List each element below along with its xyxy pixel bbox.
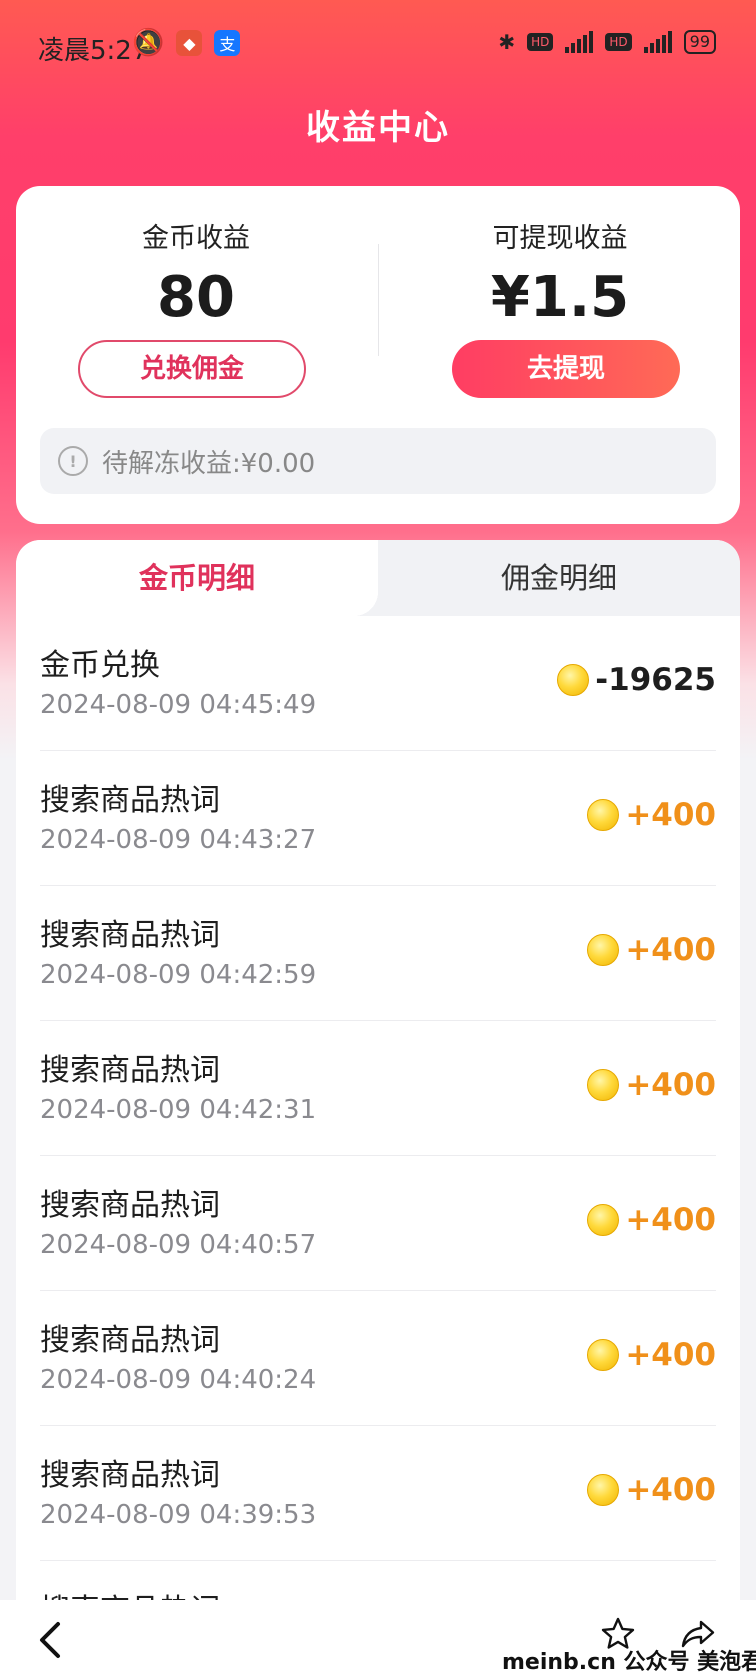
record-amount: +400 [587,1472,716,1508]
records-tabs: 金币明细 佣金明细 [16,540,740,616]
record-row[interactable]: 搜索商品热词 2024-08-09 04:43:27 +400 [40,751,716,886]
page-title: 收益中心 [306,108,450,148]
record-title: 搜索商品热词 [40,1458,220,1493]
signal-icon-2 [643,31,672,53]
record-amount: +400 [587,932,716,968]
hd-icon-2: HD [605,33,632,51]
record-time: 2024-08-09 04:43:27 [40,825,317,855]
status-bar: 凌晨5:27 🔕 ◆ 支 ✱ HD HD 99 [0,0,756,88]
record-amount: +400 [587,1067,716,1103]
record-row[interactable]: 搜索商品热词 2024-08-09 04:40:57 +400 [40,1156,716,1291]
record-title: 搜索商品热词 [40,783,220,818]
alipay-icon: 支 [214,30,241,56]
signal-icon [565,31,594,53]
record-title: 搜索商品热词 [40,918,220,953]
coins-earnings-section: 金币收益 80 [16,216,376,330]
earnings-summary-card: 金币收益 80 可提现收益 ¥1.5 兑换佣金 去提现 ! 待解冻收益:¥0.0… [16,186,740,524]
record-title: 搜索商品热词 [40,1188,220,1223]
record-amount-value: +400 [625,1337,716,1373]
record-amount: -19625 [557,662,716,698]
exchange-commission-button[interactable]: 兑换佣金 [78,340,306,398]
coin-icon [587,1339,620,1371]
tab-coin-details[interactable]: 金币明细 [16,540,378,616]
tab-commission-details[interactable]: 佣金明细 [354,540,740,616]
back-arrow-icon[interactable] [32,1618,72,1662]
record-amount: +400 [587,1202,716,1238]
status-notification-icons: 🔕 ◆ 支 [132,28,241,58]
coin-icon [587,1069,620,1101]
record-amount: +400 [587,1337,716,1373]
withdrawable-earnings-value: ¥1.5 [490,265,630,330]
record-amount-value: +400 [625,1067,716,1103]
record-time: 2024-08-09 04:42:31 [40,1095,317,1125]
withdraw-button[interactable]: 去提现 [452,340,680,398]
battery-icon: 99 [683,30,716,54]
record-amount: +400 [587,797,716,833]
record-time: 2024-08-09 04:40:57 [40,1230,317,1260]
watermark-text: meinb.cn 公众号 美泡君 [502,1650,756,1675]
records-list: 金币兑换 2024-08-09 04:45:49 -19625 搜索商品热词 2… [40,616,716,1600]
record-row[interactable]: 搜索商品热词 2024-08-09 04:39:53 +400 [40,1426,716,1561]
records-card: 金币明细 佣金明细 金币兑换 2024-08-09 04:45:49 -1962… [16,540,740,1600]
bell-muted-icon: 🔕 [132,28,165,58]
withdrawable-earnings-label: 可提现收益 [492,223,628,254]
record-row-partial[interactable]: 搜索商品热词 [40,1561,716,1600]
pending-earnings-text: 待解冻收益:¥0.00 [102,448,316,479]
record-time: 2024-08-09 04:42:59 [40,960,317,990]
coin-icon [557,664,590,696]
record-amount-value: +400 [625,1202,716,1238]
record-amount-value: +400 [625,932,716,968]
bottom-navigation-bar: meinb.cn 公众号 美泡君 [0,1600,756,1680]
coin-icon [587,1474,620,1506]
withdrawable-earnings-section: 可提现收益 ¥1.5 [380,216,740,330]
coin-icon [587,799,620,831]
record-amount-value: -19625 [595,662,716,698]
pending-earnings-bar: ! 待解冻收益:¥0.00 [40,428,716,494]
status-system-icons: ✱ HD HD 99 [498,30,716,54]
record-amount-value: +400 [625,797,716,833]
app-notification-icon: ◆ [176,30,203,56]
record-amount-value: +400 [625,1472,716,1508]
record-title: 金币兑换 [40,648,160,683]
coins-earnings-value: 80 [157,265,235,330]
record-row[interactable]: 搜索商品热词 2024-08-09 04:40:24 +400 [40,1291,716,1426]
record-time: 2024-08-09 04:45:49 [40,690,317,720]
record-title: 搜索商品热词 [40,1585,220,1600]
record-title: 搜索商品热词 [40,1323,220,1358]
info-icon: ! [58,446,88,476]
record-row[interactable]: 搜索商品热词 2024-08-09 04:42:59 +400 [40,886,716,1021]
summary-divider [378,244,379,356]
coin-icon [587,934,620,966]
coin-icon [587,1204,620,1236]
hd-icon: HD [527,33,554,51]
record-time: 2024-08-09 04:40:24 [40,1365,317,1395]
coins-earnings-label: 金币收益 [142,223,250,254]
record-row[interactable]: 金币兑换 2024-08-09 04:45:49 -19625 [40,616,716,751]
record-row[interactable]: 搜索商品热词 2024-08-09 04:42:31 +400 [40,1021,716,1156]
bluetooth-icon: ✱ [498,30,516,54]
record-title: 搜索商品热词 [40,1053,220,1088]
record-time: 2024-08-09 04:39:53 [40,1500,317,1530]
